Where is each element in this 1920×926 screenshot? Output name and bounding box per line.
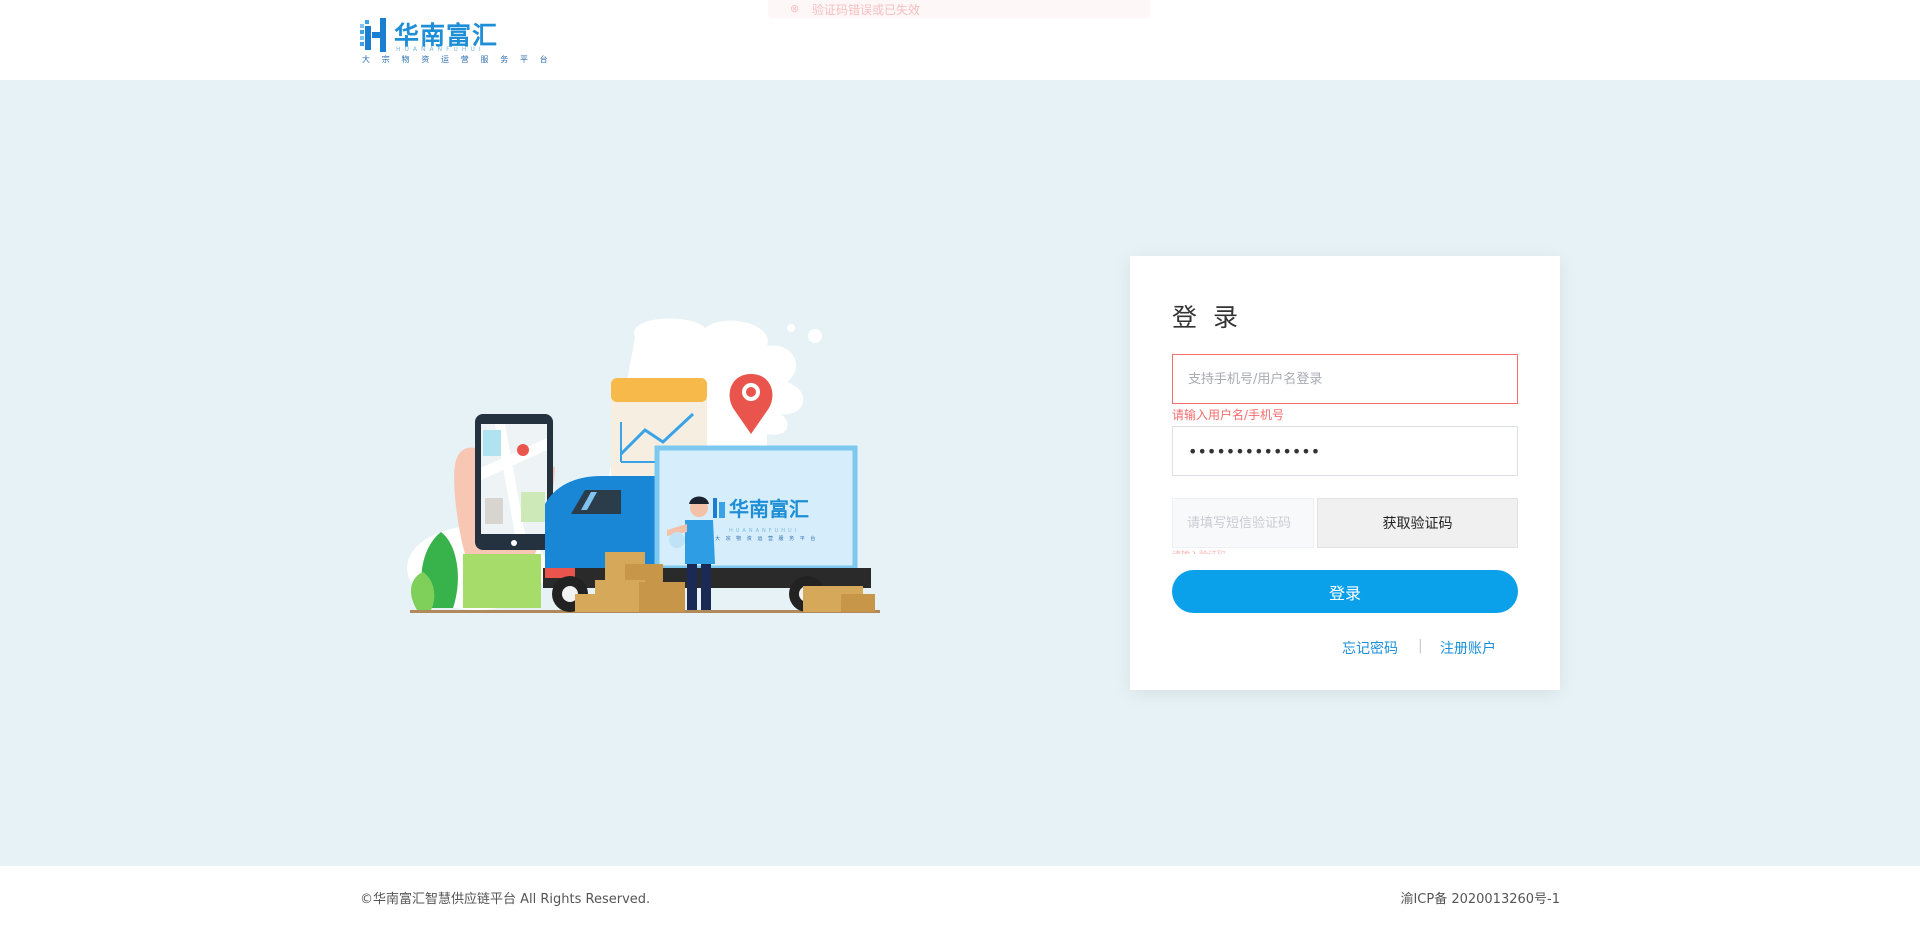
logistics-illustration: 华南富汇 HUANANFUHUI 大 宗 物 资 运 营 服 务 平 台 — [407, 318, 880, 613]
login-title: 登 录 — [1172, 303, 1242, 332]
password-input[interactable] — [1172, 426, 1518, 476]
truck-logo-pinyin: HUANANFUHUI — [729, 528, 799, 534]
auth-links: 忘记密码 | 注册账户 — [1172, 638, 1518, 658]
link-separator: | — [1418, 638, 1423, 654]
copyright-text: ©华南富汇智慧供应链平台 All Rights Reserved. — [360, 892, 651, 907]
register-link[interactable]: 注册账户 — [1440, 638, 1496, 658]
icp-text: 渝ICP备 2020013260号-1 — [1400, 892, 1560, 907]
error-circle-icon: ⊗ — [790, 2, 800, 15]
forgot-password-link[interactable]: 忘记密码 — [1342, 638, 1398, 658]
login-card: 登 录 请输入用户名/手机号 请输入验证码 获取验证码 登录 忘记密码 | 注册… — [1130, 256, 1560, 690]
truck-logo-tagline: 大 宗 物 资 运 营 服 务 平 台 — [715, 535, 817, 542]
error-toast: ⊗ 验证码错误或已失效 — [768, 0, 1150, 18]
toast-message: 验证码错误或已失效 — [812, 3, 921, 17]
logo[interactable]: 华南富汇 HUANANFUHUI 大 宗 物 资 运 营 服 务 平 台 — [360, 16, 548, 66]
logo-pinyin: HUANANFUHUI — [396, 46, 485, 53]
sms-code-error-text: 请输入验证码 — [1172, 548, 1226, 554]
username-error-text: 请输入用户名/手机号 — [1172, 408, 1285, 422]
footer: ©华南富汇智慧供应链平台 All Rights Reserved. 渝ICP备 … — [0, 866, 1920, 926]
sms-code-input[interactable] — [1172, 498, 1314, 548]
login-button[interactable]: 登录 — [1172, 570, 1518, 613]
get-code-button[interactable]: 获取验证码 — [1317, 498, 1518, 548]
logo-mark-icon — [360, 18, 386, 52]
logo-tagline: 大 宗 物 资 运 营 服 务 平 台 — [362, 55, 553, 64]
header: 华南富汇 HUANANFUHUI 大 宗 物 资 运 营 服 务 平 台 ⊗ 验… — [0, 0, 1920, 80]
truck-logo-text: 华南富汇 — [729, 497, 809, 521]
username-input[interactable] — [1172, 354, 1518, 404]
